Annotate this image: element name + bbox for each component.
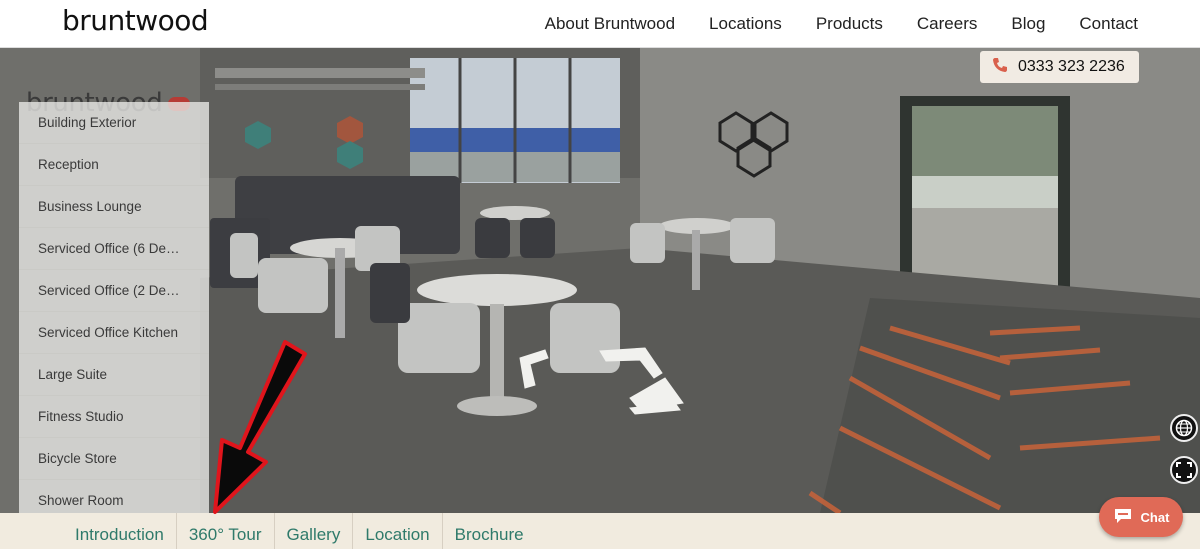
fullscreen-icon[interactable] bbox=[1170, 456, 1198, 484]
tab-location[interactable]: Location bbox=[353, 513, 443, 549]
nav-locations[interactable]: Locations bbox=[709, 14, 782, 34]
main-nav: About Bruntwood Locations Products Caree… bbox=[545, 0, 1138, 48]
scene-item[interactable]: Serviced Office (6 De… bbox=[19, 228, 209, 270]
site-header: bruntwood About Bruntwood Locations Prod… bbox=[0, 0, 1200, 48]
scene-item[interactable]: Serviced Office Kitchen bbox=[19, 312, 209, 354]
site-logo[interactable]: bruntwood bbox=[62, 4, 209, 37]
scene-item[interactable]: Building Exterior bbox=[19, 102, 209, 144]
scene-item[interactable]: Reception bbox=[19, 144, 209, 186]
tab-introduction[interactable]: Introduction bbox=[63, 513, 177, 549]
phone-number: 0333 323 2236 bbox=[1018, 58, 1125, 75]
nav-blog[interactable]: Blog bbox=[1011, 14, 1045, 34]
chat-button[interactable]: Chat bbox=[1099, 497, 1183, 537]
scene-list: Building Exterior Reception Business Lou… bbox=[19, 102, 209, 522]
scene-item[interactable]: Large Suite bbox=[19, 354, 209, 396]
nav-about[interactable]: About Bruntwood bbox=[545, 14, 675, 34]
tab-360-tour[interactable]: 360° Tour bbox=[177, 513, 275, 549]
phone-badge[interactable]: 0333 323 2236 bbox=[980, 51, 1139, 83]
globe-icon[interactable] bbox=[1170, 414, 1198, 442]
scene-item[interactable]: Serviced Office (2 De… bbox=[19, 270, 209, 312]
chat-label: Chat bbox=[1140, 509, 1170, 525]
chat-icon bbox=[1113, 507, 1133, 528]
nav-contact[interactable]: Contact bbox=[1079, 14, 1138, 34]
tab-gallery[interactable]: Gallery bbox=[275, 513, 354, 549]
page-tabs: Introduction 360° Tour Gallery Location … bbox=[0, 513, 1200, 549]
nav-careers[interactable]: Careers bbox=[917, 14, 977, 34]
scene-item[interactable]: Bicycle Store bbox=[19, 438, 209, 480]
phone-icon bbox=[992, 57, 1008, 78]
scene-item[interactable]: Business Lounge bbox=[19, 186, 209, 228]
scene-item[interactable]: Fitness Studio bbox=[19, 396, 209, 438]
tab-brochure[interactable]: Brochure bbox=[443, 513, 536, 549]
nav-products[interactable]: Products bbox=[816, 14, 883, 34]
